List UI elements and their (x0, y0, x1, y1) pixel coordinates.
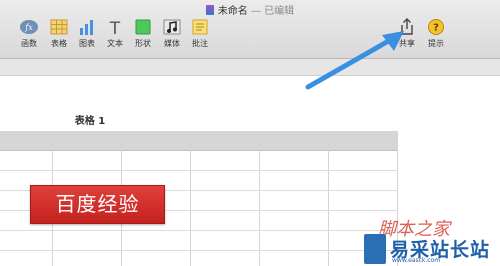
comment-icon (192, 19, 208, 35)
window-toolbar: 未命名 — 已编辑 fx 函数 表格 图表 T 文本 形状 媒体 批注 共享 ?… (0, 0, 500, 59)
column-divider (190, 131, 191, 266)
window-title: 未命名 — 已编辑 (0, 2, 500, 17)
comment-label: 批注 (192, 39, 208, 48)
comment-button[interactable]: 批注 (183, 18, 217, 49)
text-icon: T (109, 19, 121, 36)
row-divider (0, 250, 398, 251)
sheet-tab-bar (0, 59, 500, 76)
svg-text:T: T (109, 19, 121, 36)
shape-icon (135, 19, 151, 35)
table-icon (50, 19, 68, 35)
baidu-jingyan-watermark: 百度经验 (30, 185, 165, 224)
pointer-arrow-icon (305, 31, 404, 90)
tips-label: 提示 (428, 39, 444, 48)
table-header-row[interactable] (0, 131, 398, 151)
row-divider (0, 170, 398, 171)
column-divider (259, 131, 260, 266)
function-button[interactable]: fx 函数 (12, 18, 46, 49)
svg-text:fx: fx (24, 23, 33, 32)
site-logo-icon (364, 234, 386, 264)
function-icon: fx (20, 20, 38, 34)
chart-icon (80, 20, 93, 35)
table-title[interactable]: 表格 1 (55, 112, 125, 127)
row-divider (0, 230, 398, 231)
tips-icon: ? (428, 19, 444, 35)
easck-url: www.easck.com (392, 257, 441, 264)
svg-text:?: ? (433, 23, 439, 34)
media-icon (163, 19, 181, 35)
document-icon (205, 5, 214, 15)
edit-status: 已编辑 (264, 6, 295, 17)
column-divider (328, 131, 329, 266)
document-name: 未命名 (217, 6, 248, 17)
tips-button[interactable]: ? 提示 (419, 18, 453, 49)
function-label: 函数 (21, 39, 37, 48)
separator: — (247, 6, 265, 17)
